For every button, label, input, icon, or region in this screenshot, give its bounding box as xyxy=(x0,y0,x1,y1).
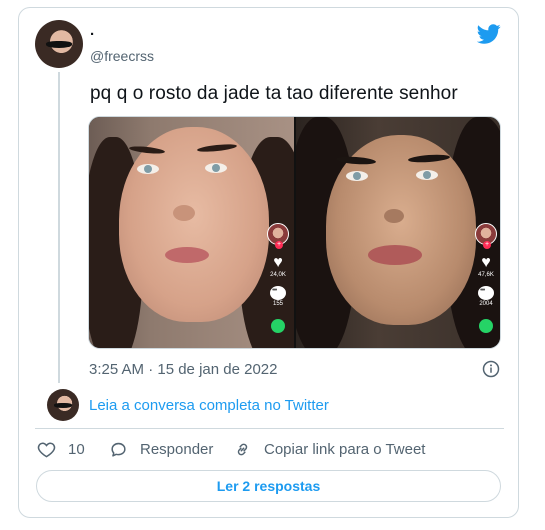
comments-count: 155 xyxy=(272,301,283,307)
heart-icon xyxy=(37,442,56,458)
reply-avatar[interactable] xyxy=(47,389,79,421)
tiktok-side-actions-right: + ♥ 47,6K 2004 xyxy=(474,223,498,333)
share-icon xyxy=(271,319,285,333)
comments-count: 2004 xyxy=(479,301,493,307)
copy-link-label: Copiar link para o Tweet xyxy=(264,441,426,458)
reply-label: Responder xyxy=(140,441,214,458)
author-handle[interactable]: @freecrss xyxy=(90,48,154,64)
like-count: 10 xyxy=(68,441,85,458)
tweet-text: pq q o rosto da jade ta tao diferente se… xyxy=(90,83,458,104)
creator-avatar: + xyxy=(267,223,289,249)
share-icon xyxy=(479,319,493,333)
link-icon xyxy=(237,443,248,456)
read-replies-button[interactable]: Ler 2 respostas xyxy=(36,470,501,502)
creator-avatar: + xyxy=(475,223,497,249)
copy-link-button[interactable]: Copiar link para o Tweet xyxy=(233,440,425,459)
thread-line xyxy=(58,72,60,383)
reply-bubble-icon xyxy=(111,442,126,457)
tweet-card: . @freecrss pq q o rosto da jade ta tao … xyxy=(18,7,519,518)
comment-icon xyxy=(270,286,286,300)
media-image-right[interactable]: + ♥ 47,6K 2004 xyxy=(296,117,500,348)
media-image-left[interactable]: + ♥ 24,0K 155 xyxy=(89,117,294,348)
heart-icon: ♥ xyxy=(273,254,283,271)
tweet-media[interactable]: + ♥ 24,0K 155 + ♥ 47,6K 2 xyxy=(88,116,501,349)
author-display-name[interactable]: . xyxy=(90,22,94,39)
heart-icon: ♥ xyxy=(481,254,491,271)
read-conversation-link[interactable]: Leia a conversa completa no Twitter xyxy=(89,397,329,414)
reply-button[interactable]: Responder xyxy=(109,440,213,459)
likes-count: 24,0K xyxy=(270,272,286,278)
tweet-timestamp[interactable]: 3:25 AM · 15 de jan de 2022 xyxy=(89,361,277,378)
tiktok-side-actions-left: + ♥ 24,0K 155 xyxy=(266,223,290,333)
divider xyxy=(35,428,504,429)
author-avatar[interactable] xyxy=(35,20,83,68)
likes-count: 47,6K xyxy=(478,272,494,278)
twitter-bird-icon[interactable] xyxy=(477,22,501,46)
comment-icon xyxy=(478,286,494,300)
info-icon[interactable] xyxy=(482,360,500,378)
like-button[interactable]: 10 xyxy=(37,440,85,459)
tweet-actions: 10 Responder Copiar link para o Tweet xyxy=(37,440,507,460)
